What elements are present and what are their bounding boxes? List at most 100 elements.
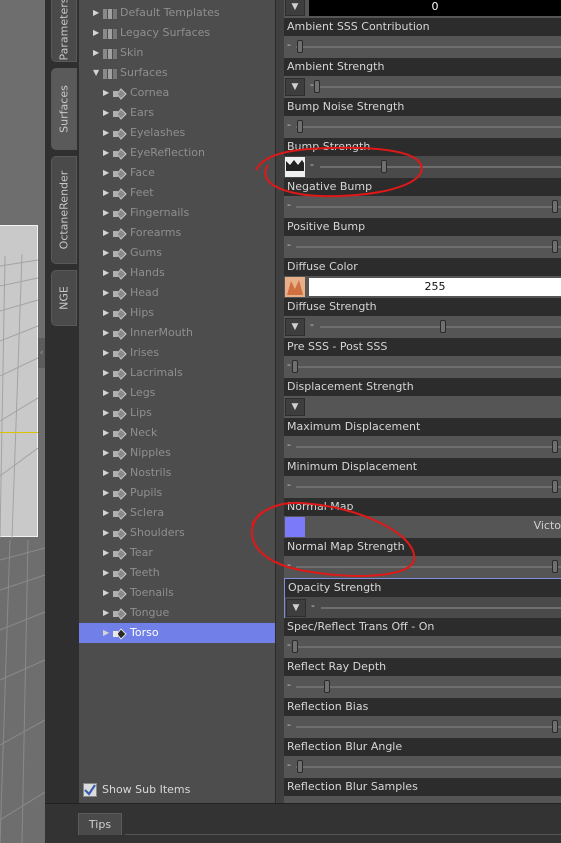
property-maximum-displacement[interactable]: Maximum Displacement - — [284, 418, 561, 458]
dropdown-arrow-icon[interactable]: ▼ — [285, 78, 305, 96]
tab-octanerender[interactable]: OctaneRender — [51, 156, 77, 264]
tree-item-legs[interactable]: ▶ Legs — [79, 383, 275, 403]
slider-track[interactable] — [296, 726, 561, 728]
slider-thumb[interactable] — [297, 120, 303, 133]
expand-right-icon[interactable]: ▶ — [103, 143, 113, 163]
slider-thumb[interactable] — [552, 560, 558, 573]
expand-right-icon[interactable]: ▶ — [103, 443, 113, 463]
tree-item-torso[interactable]: ▶ Torso — [79, 623, 275, 643]
expand-right-icon[interactable]: ▶ — [103, 203, 113, 223]
property-control[interactable]: - — [284, 356, 561, 378]
decrement-icon[interactable]: - — [287, 358, 291, 371]
property-opacity-strength[interactable]: Opacity Strength ▼ - — [284, 578, 561, 619]
slider-thumb[interactable] — [552, 200, 558, 213]
slider-thumb[interactable] — [552, 720, 558, 733]
tree-item-cornea[interactable]: ▶ Cornea — [79, 83, 275, 103]
color-value-field[interactable]: 255 — [309, 278, 561, 296]
property-pre-sss-post-sss[interactable]: Pre SSS - Post SSS - — [284, 338, 561, 378]
tree-item-nipples[interactable]: ▶ Nipples — [79, 443, 275, 463]
property-control[interactable]: ▼ 0 — [284, 0, 561, 18]
slider-thumb[interactable] — [292, 360, 298, 373]
expand-right-icon[interactable]: ▶ — [103, 363, 113, 383]
decrement-icon[interactable]: - — [287, 198, 291, 211]
property-reflect-ray-depth[interactable]: Reflect Ray Depth - — [284, 658, 561, 698]
tree-item-fingernails[interactable]: ▶ Fingernails — [79, 203, 275, 223]
tree-item-sclera[interactable]: ▶ Sclera — [79, 503, 275, 523]
expand-right-icon[interactable]: ▶ — [103, 563, 113, 583]
property-control[interactable]: Victo — [284, 516, 561, 538]
decrement-icon[interactable]: - — [287, 438, 291, 451]
expand-right-icon[interactable]: ▶ — [93, 3, 103, 23]
property-reflection-blur-angle[interactable]: Reflection Blur Angle - — [284, 738, 561, 778]
tree-item-neck[interactable]: ▶ Neck — [79, 423, 275, 443]
slider-thumb[interactable] — [552, 480, 558, 493]
slider-track[interactable] — [296, 646, 561, 648]
expand-right-icon[interactable]: ▶ — [103, 343, 113, 363]
slider-track[interactable] — [296, 246, 561, 248]
tree-item-surfaces[interactable]: ▼ Surfaces — [79, 63, 275, 83]
tree-item-skin[interactable]: ▶ Skin — [79, 43, 275, 63]
expand-right-icon[interactable]: ▶ — [103, 123, 113, 143]
bump-map-thumbnail-icon[interactable] — [285, 157, 305, 177]
slider-thumb[interactable] — [314, 80, 320, 93]
expand-right-icon[interactable]: ▶ — [103, 263, 113, 283]
expand-right-icon[interactable]: ▶ — [103, 303, 113, 323]
tree-item-ears[interactable]: ▶ Ears — [79, 103, 275, 123]
decrement-icon[interactable]: - — [310, 158, 314, 171]
slider-track[interactable] — [296, 766, 561, 768]
expand-right-icon[interactable]: ▶ — [103, 283, 113, 303]
property-reflection-bias[interactable]: Reflection Bias - — [284, 698, 561, 738]
tree-item-nostrils[interactable]: ▶ Nostrils — [79, 463, 275, 483]
expand-right-icon[interactable]: ▶ — [103, 383, 113, 403]
expand-right-icon[interactable]: ▶ — [103, 223, 113, 243]
expand-right-icon[interactable]: ▶ — [93, 23, 103, 43]
color-value-field[interactable]: 0 — [309, 0, 561, 16]
slider-track[interactable] — [320, 86, 561, 88]
expand-right-icon[interactable]: ▶ — [103, 543, 113, 563]
tab-surfaces[interactable]: Surfaces — [51, 68, 77, 150]
tree-item-pupils[interactable]: ▶ Pupils — [79, 483, 275, 503]
slider-thumb[interactable] — [297, 40, 303, 53]
decrement-icon[interactable]: - — [287, 238, 291, 251]
expand-right-icon[interactable]: ▶ — [103, 103, 113, 123]
property-control[interactable]: - — [284, 676, 561, 698]
tree-item-head[interactable]: ▶ Head — [79, 283, 275, 303]
slider-thumb[interactable] — [552, 440, 558, 453]
slider-track[interactable] — [296, 126, 561, 128]
tree-item-eyereflection[interactable]: ▶ EyeReflection — [79, 143, 275, 163]
property-diffuse-strength[interactable]: Diffuse Strength ▼ - — [284, 298, 561, 338]
expand-right-icon[interactable]: ▶ — [103, 583, 113, 603]
expand-right-icon[interactable]: ▶ — [103, 83, 113, 103]
property-control[interactable]: - — [284, 236, 561, 258]
property-displacement-strength[interactable]: Displacement Strength ▼ — [284, 378, 561, 418]
slider-track[interactable] — [296, 486, 561, 488]
property-normal-map-strength[interactable]: Normal Map Strength - — [284, 538, 561, 578]
property-control[interactable]: - — [284, 116, 561, 138]
tree-item-irises[interactable]: ▶ Irises — [79, 343, 275, 363]
decrement-icon[interactable]: - — [311, 599, 315, 612]
decrement-icon[interactable]: - — [287, 118, 291, 131]
property-control[interactable]: - — [284, 796, 561, 803]
property-negative-bump[interactable]: Negative Bump - — [284, 178, 561, 218]
tree-item-toenails[interactable]: ▶ Toenails — [79, 583, 275, 603]
slider-track[interactable] — [296, 686, 561, 688]
tree-item-tear[interactable]: ▶ Tear — [79, 543, 275, 563]
slider-thumb[interactable] — [381, 160, 387, 173]
slider-thumb[interactable] — [324, 680, 330, 693]
decrement-icon[interactable]: - — [310, 318, 314, 331]
decrement-icon[interactable]: - — [287, 38, 291, 51]
tree-item-lips[interactable]: ▶ Lips — [79, 403, 275, 423]
expand-right-icon[interactable]: ▶ — [103, 403, 113, 423]
dropdown-arrow-icon[interactable]: ▼ — [286, 599, 306, 617]
property-control[interactable]: - — [284, 476, 561, 498]
tree-item-gums[interactable]: ▶ Gums — [79, 243, 275, 263]
property-positive-bump[interactable]: Positive Bump - — [284, 218, 561, 258]
expand-right-icon[interactable]: ▶ — [103, 603, 113, 623]
tree-item-hips[interactable]: ▶ Hips — [79, 303, 275, 323]
property-control[interactable]: - — [284, 436, 561, 458]
property-reflection-blur-samples[interactable]: Reflection Blur Samples - — [284, 778, 561, 803]
viewport[interactable]: ‹ — [0, 0, 45, 843]
property-ambient-sss-contribution[interactable]: Ambient SSS Contribution - — [284, 18, 561, 58]
tree-item-legacy-surfaces[interactable]: ▶ Legacy Surfaces — [79, 23, 275, 43]
property-control[interactable]: ▼ - — [285, 597, 561, 619]
